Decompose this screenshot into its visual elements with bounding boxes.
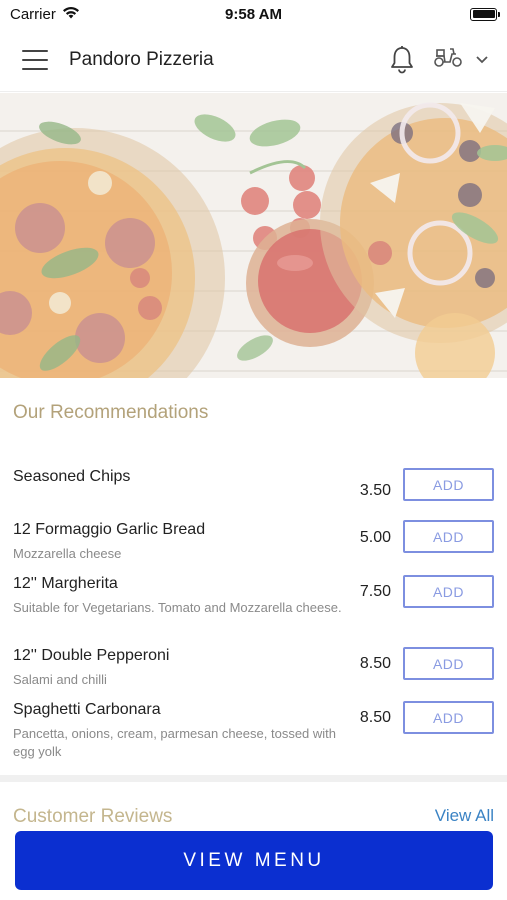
item-description: Salami and chilli: [13, 672, 107, 687]
item-price: 8.50: [359, 655, 391, 672]
scooter-icon: [433, 46, 463, 73]
item-description: Pancetta, onions, cream, parmesan cheese…: [13, 726, 337, 759]
add-button[interactable]: ADD: [403, 647, 494, 680]
view-menu-button[interactable]: VIEW MENU: [15, 831, 493, 890]
header-actions: [389, 45, 489, 75]
wifi-icon: [62, 6, 80, 23]
menu-icon[interactable]: [22, 49, 48, 70]
page-title: Pandoro Pizzeria: [69, 48, 214, 70]
carrier-label: Carrier: [10, 5, 56, 23]
item-description: Suitable for Vegetarians. Tomato and Moz…: [13, 600, 342, 615]
bell-icon[interactable]: [389, 45, 415, 75]
item-name: 12 Formaggio Garlic Bread: [13, 521, 206, 538]
item-name: 12'' Double Pepperoni: [13, 647, 170, 664]
item-description: Mozzarella cheese: [13, 546, 122, 561]
add-button[interactable]: ADD: [403, 575, 494, 608]
view-all-link[interactable]: View All: [435, 806, 494, 826]
section-divider: [0, 775, 507, 782]
add-button[interactable]: ADD: [403, 520, 494, 553]
hero-image: [0, 93, 507, 378]
chevron-down-icon: [475, 51, 489, 69]
item-price: 8.50: [359, 709, 391, 726]
reviews-title: Customer Reviews: [13, 806, 173, 826]
recommendations-title: Our Recommendations: [13, 402, 209, 423]
item-name: Seasoned Chips: [13, 468, 131, 485]
item-price: 5.00: [359, 529, 391, 546]
app-header: Pandoro Pizzeria: [0, 28, 507, 92]
battery-icon: [470, 7, 500, 21]
item-name: 12'' Margherita: [13, 575, 118, 592]
item-price: 3.50: [359, 482, 391, 499]
status-left: Carrier: [10, 6, 80, 23]
item-name: Spaghetti Carbonara: [13, 701, 161, 718]
status-bar: Carrier 9:58 AM: [0, 0, 507, 28]
item-price: 7.50: [359, 583, 391, 600]
add-button[interactable]: ADD: [403, 701, 494, 734]
delivery-selector[interactable]: [433, 46, 489, 73]
add-button[interactable]: ADD: [403, 468, 494, 501]
